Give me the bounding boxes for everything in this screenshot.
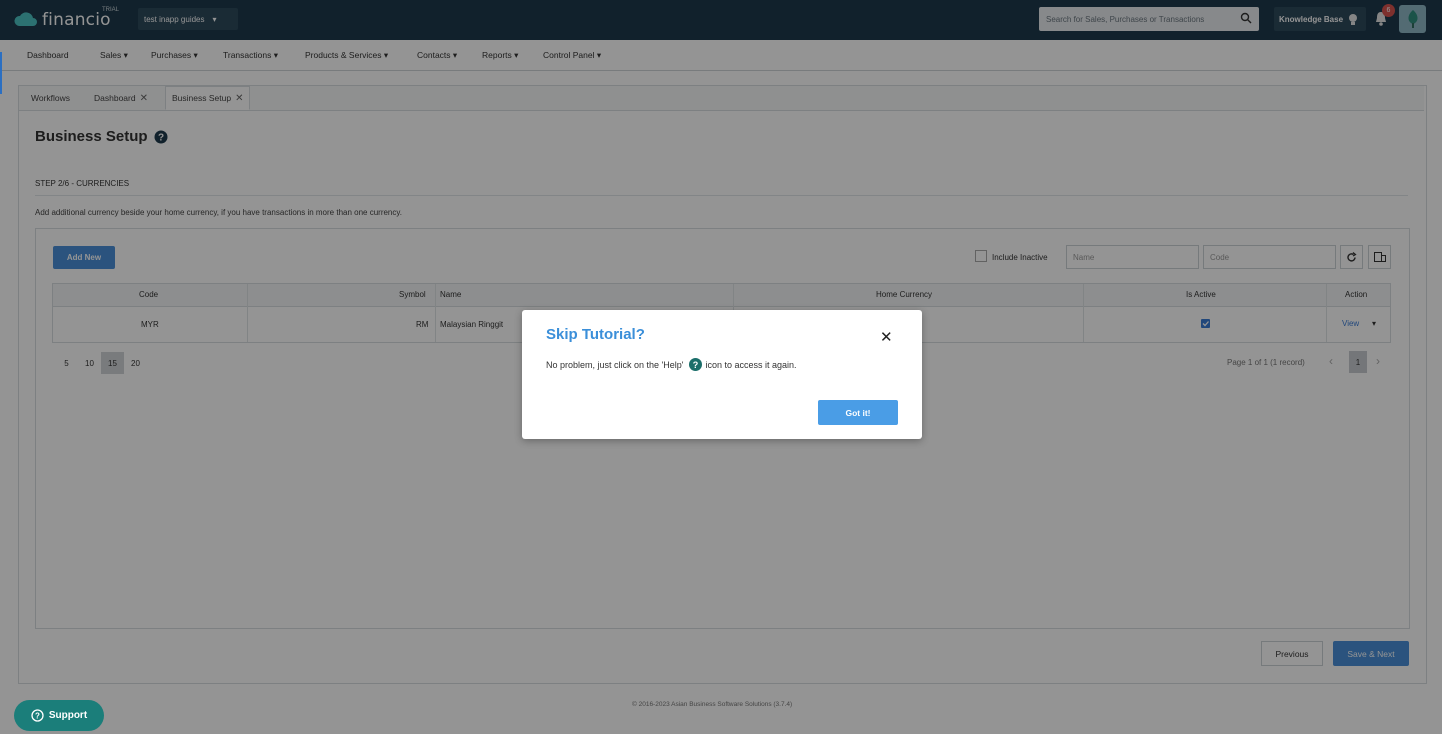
support-label: Support xyxy=(48,710,88,721)
skip-tutorial-dialog: Skip Tutorial? ✕ No problem, just click … xyxy=(522,310,922,439)
dialog-message: No problem, just click on the 'Help' ? i… xyxy=(546,358,797,371)
svg-text:?: ? xyxy=(35,712,40,721)
help-icon: ? xyxy=(688,358,702,371)
support-button[interactable]: ? Support xyxy=(14,700,104,731)
svg-text:?: ? xyxy=(692,360,698,370)
dialog-title: Skip Tutorial? xyxy=(546,326,645,343)
got-it-button[interactable]: Got it! xyxy=(818,400,898,425)
dialog-message-end: icon to access it again. xyxy=(705,359,797,370)
dialog-message-start: No problem, just click on the 'Help' xyxy=(546,359,684,370)
left-edge-indicator xyxy=(0,52,2,94)
help-circle-icon: ? xyxy=(31,709,44,722)
close-icon[interactable]: ✕ xyxy=(880,328,893,346)
